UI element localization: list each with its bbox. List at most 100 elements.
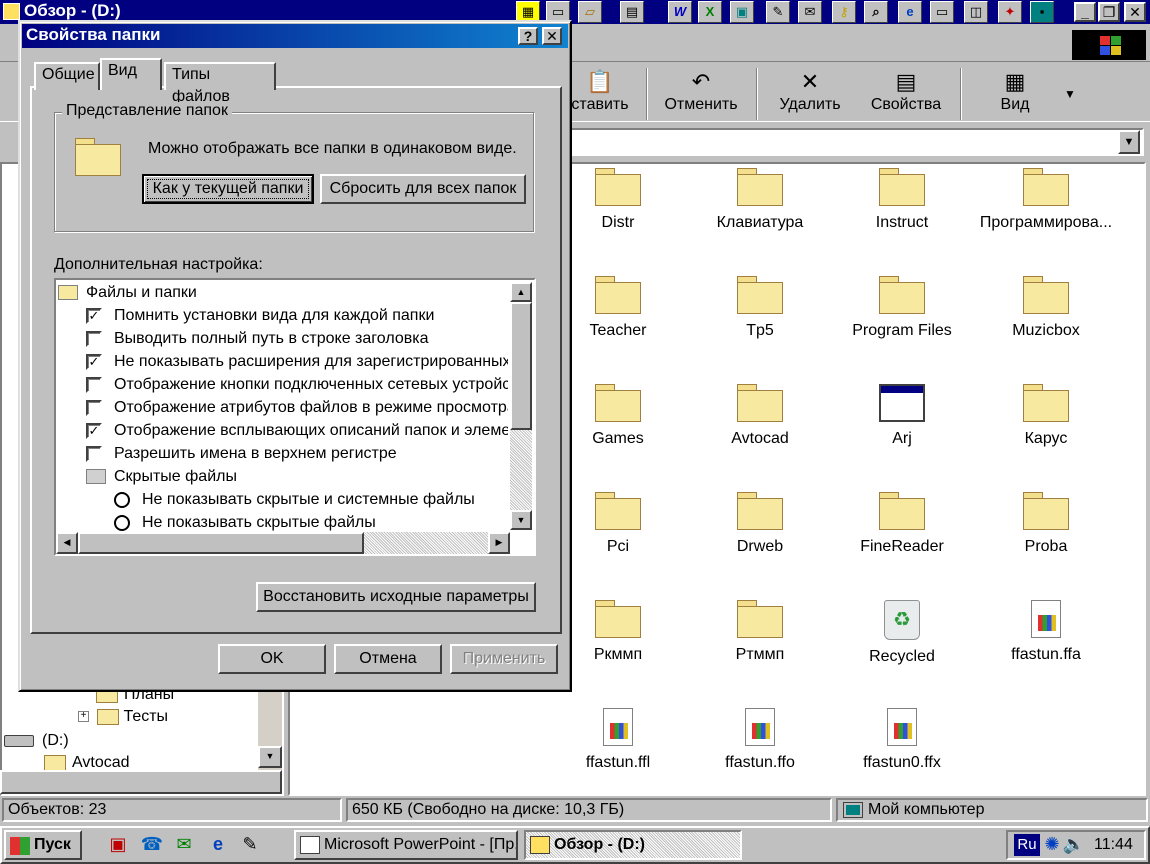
quicklaunch-icon[interactable]: ☎ (140, 832, 164, 856)
apply-button[interactable]: Применить (450, 644, 558, 674)
task-powerpoint[interactable]: Microsoft PowerPoint - [Пр... (294, 830, 518, 860)
radio-button[interactable] (114, 515, 130, 531)
like-current-folder-button[interactable]: Как у текущей папки (142, 174, 314, 204)
reset-all-folders-button[interactable]: Сбросить для всех папок (320, 174, 526, 204)
minimize-icon[interactable]: _ (1074, 2, 1096, 22)
address-bar[interactable] (560, 128, 1144, 156)
close-icon[interactable]: ✕ (542, 27, 562, 45)
start-button[interactable]: Пуск (4, 830, 82, 860)
file-item[interactable]: Клавиатура (690, 168, 830, 232)
file-item[interactable]: Tp5 (690, 276, 830, 340)
quicklaunch-icon[interactable]: ▣ (106, 832, 130, 856)
scroll-right-icon[interactable]: ▶ (488, 532, 510, 554)
task-explorer[interactable]: Обзор - (D:) (524, 830, 742, 860)
tree-item-drive-d[interactable]: (D:) (4, 730, 69, 752)
file-item[interactable]: Instruct (832, 168, 972, 232)
tab-general[interactable]: Общие (34, 62, 100, 90)
paste-button[interactable]: 📋 ставить (560, 68, 640, 120)
internet-explorer-icon[interactable]: e (898, 1, 922, 23)
word-icon[interactable]: W (668, 1, 692, 23)
media-icon[interactable]: ✦ (998, 1, 1022, 23)
volume-icon[interactable]: 🔈 (1062, 832, 1086, 856)
internet-explorer-icon[interactable]: e (206, 832, 230, 856)
file-item[interactable]: Proba (976, 492, 1116, 556)
quicklaunch-icon[interactable]: ✉ (172, 832, 196, 856)
file-item[interactable]: ♻ Recycled (832, 600, 972, 666)
language-indicator[interactable]: Ru (1014, 834, 1040, 856)
radio-button[interactable] (114, 492, 130, 508)
tree-hscrollbar[interactable] (0, 770, 282, 794)
settings-item[interactable]: ✓ Отображение всплывающих описаний папок … (56, 419, 508, 442)
view-dropdown-icon[interactable]: ▼ (1060, 68, 1080, 120)
file-item[interactable]: Muzicbox (976, 276, 1116, 340)
list-hscroll-thumb[interactable] (78, 532, 364, 554)
file-item[interactable]: Avtocad (690, 384, 830, 448)
find-icon[interactable]: ⌕ (864, 1, 888, 23)
undo-button[interactable]: ↶ Отменить (656, 68, 746, 120)
ok-button[interactable]: OK (218, 644, 326, 674)
settings-item[interactable]: Отображение кнопки подключенных сетевых … (56, 373, 508, 396)
powerpoint-icon (300, 836, 320, 854)
toolbar-separator (756, 68, 758, 120)
tab-file-types[interactable]: Типы файлов (164, 62, 276, 105)
settings-item[interactable]: Отображение атрибутов файлов в режиме пр… (56, 396, 508, 419)
file-item[interactable]: ffastun.ffa (976, 600, 1116, 664)
open-folder-icon[interactable]: ▱ (578, 1, 602, 23)
help-icon[interactable]: ? (518, 27, 538, 45)
file-item[interactable]: Программирова... (976, 168, 1116, 232)
settings-item[interactable]: Не показывать скрытые файлы (56, 511, 508, 534)
checkbox[interactable]: ✓ (86, 423, 102, 439)
file-item[interactable]: Карус (976, 384, 1116, 448)
checkbox[interactable] (86, 446, 102, 462)
desktop-icon[interactable]: ▭ (930, 1, 954, 23)
scroll-down-icon[interactable]: ▼ (510, 510, 532, 530)
scroll-up-icon[interactable]: ▲ (510, 282, 532, 302)
powerpoint-icon[interactable]: ▣ (730, 1, 754, 23)
checkbox[interactable] (86, 400, 102, 416)
file-item[interactable]: Program Files (832, 276, 972, 340)
scroll-left-icon[interactable]: ◀ (56, 532, 78, 554)
excel-icon[interactable]: X (698, 1, 722, 23)
checkbox[interactable] (86, 331, 102, 347)
view-button[interactable]: ▦ Вид (980, 68, 1050, 120)
outlook-icon[interactable]: ✉ (798, 1, 822, 23)
list-vscroll-thumb[interactable] (510, 302, 532, 430)
journal-icon[interactable]: ▤ (620, 1, 644, 23)
properties-button[interactable]: ▤ Свойства (860, 68, 952, 120)
delete-button[interactable]: ✕ Удалить (766, 68, 854, 120)
checkbox[interactable]: ✓ (86, 308, 102, 324)
address-dropdown-icon[interactable]: ▼ (1118, 130, 1140, 154)
file-item[interactable]: Ртммп (690, 600, 830, 664)
monitor-icon[interactable]: ▪ (1030, 1, 1054, 23)
restore-icon[interactable]: ❐ (1098, 2, 1120, 22)
settings-item[interactable]: Выводить полный путь в строке заголовка (56, 327, 508, 350)
settings-item[interactable]: ✓ Не показывать расширения для зарегистри… (56, 350, 508, 373)
settings-item[interactable]: Не показывать скрытые и системные файлы (56, 488, 508, 511)
dialog-title-bar[interactable]: Свойства папки (22, 24, 568, 48)
settings-item[interactable]: ✓ Помнить установки вида для каждой папки (56, 304, 508, 327)
file-item[interactable]: ffastun.ffo (690, 708, 830, 772)
quicklaunch-icon[interactable]: ✎ (238, 832, 262, 856)
file-name: ffastun.ffa (1011, 646, 1081, 663)
cancel-button[interactable]: Отмена (334, 644, 442, 674)
tree-item-testy[interactable]: + Тесты (78, 706, 168, 728)
checkbox[interactable] (86, 377, 102, 393)
settings-item[interactable]: Скрытые файлы (56, 465, 508, 488)
disk-icon[interactable]: ◫ (964, 1, 988, 23)
close-icon[interactable]: ✕ (1124, 2, 1146, 22)
network-icon[interactable]: ✺ (1040, 832, 1064, 856)
binder-icon[interactable]: ✎ (766, 1, 790, 23)
tab-view[interactable]: Вид (100, 58, 162, 90)
key-icon[interactable]: ⚷ (832, 1, 856, 23)
settings-item-label: Не показывать расширения для зарегистрир… (114, 353, 508, 370)
restore-defaults-button[interactable]: Восстановить исходные параметры (256, 582, 536, 612)
settings-item[interactable]: Разрешить имена в верхнем регистре (56, 442, 508, 465)
file-item[interactable]: ffastun.ffl (548, 708, 688, 772)
file-item[interactable]: ffastun0.ffx (832, 708, 972, 772)
file-item[interactable]: Drweb (690, 492, 830, 556)
scroll-down-icon[interactable]: ▼ (258, 746, 282, 768)
file-item[interactable]: Arj (832, 384, 972, 448)
settings-item[interactable]: Файлы и папки (56, 281, 508, 304)
checkbox[interactable]: ✓ (86, 354, 102, 370)
file-item[interactable]: FineReader (832, 492, 972, 556)
